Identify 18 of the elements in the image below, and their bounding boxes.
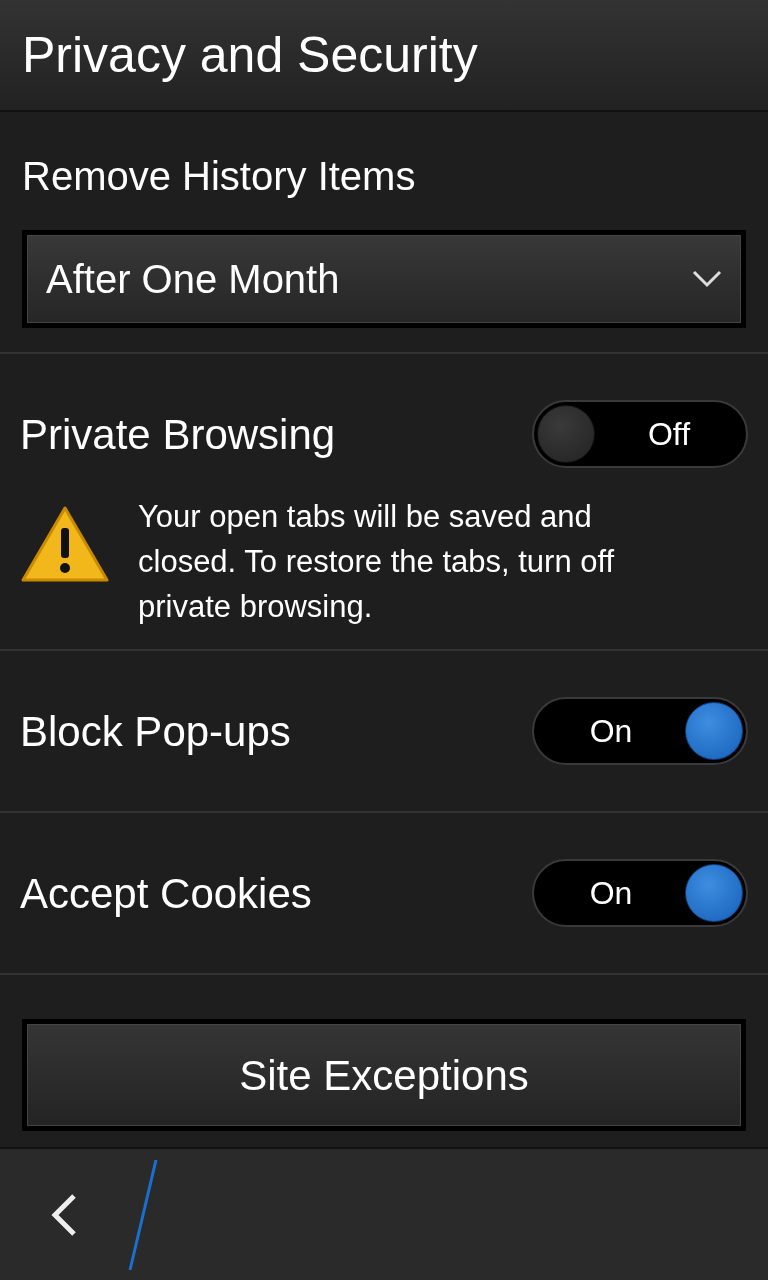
back-icon xyxy=(50,1192,78,1237)
history-dropdown[interactable]: After One Month xyxy=(22,230,746,328)
site-exceptions-button[interactable]: Site Exceptions xyxy=(22,1019,746,1131)
setting-label: Block Pop-ups xyxy=(20,706,291,757)
warning-icon xyxy=(20,504,110,584)
toggle-switch[interactable]: Off xyxy=(532,400,748,468)
warning-text: Your open tabs will be saved and closed. To restore the tabs, turn off private browsing. xyxy=(138,498,616,626)
toggle-knob xyxy=(685,702,743,760)
divider-line-icon xyxy=(128,1159,158,1270)
toggle-knob xyxy=(537,405,595,463)
page-title: Privacy and Security xyxy=(22,25,478,85)
toggle-knob xyxy=(685,864,743,922)
toggle-switch[interactable]: On xyxy=(532,697,748,765)
setting-label: Accept Cookies xyxy=(20,868,312,919)
toggle-switch[interactable]: On xyxy=(532,859,748,927)
section-label: Remove History Items xyxy=(22,153,417,200)
chevron-down-icon xyxy=(692,269,722,289)
setting-label: Private Browsing xyxy=(20,409,336,460)
